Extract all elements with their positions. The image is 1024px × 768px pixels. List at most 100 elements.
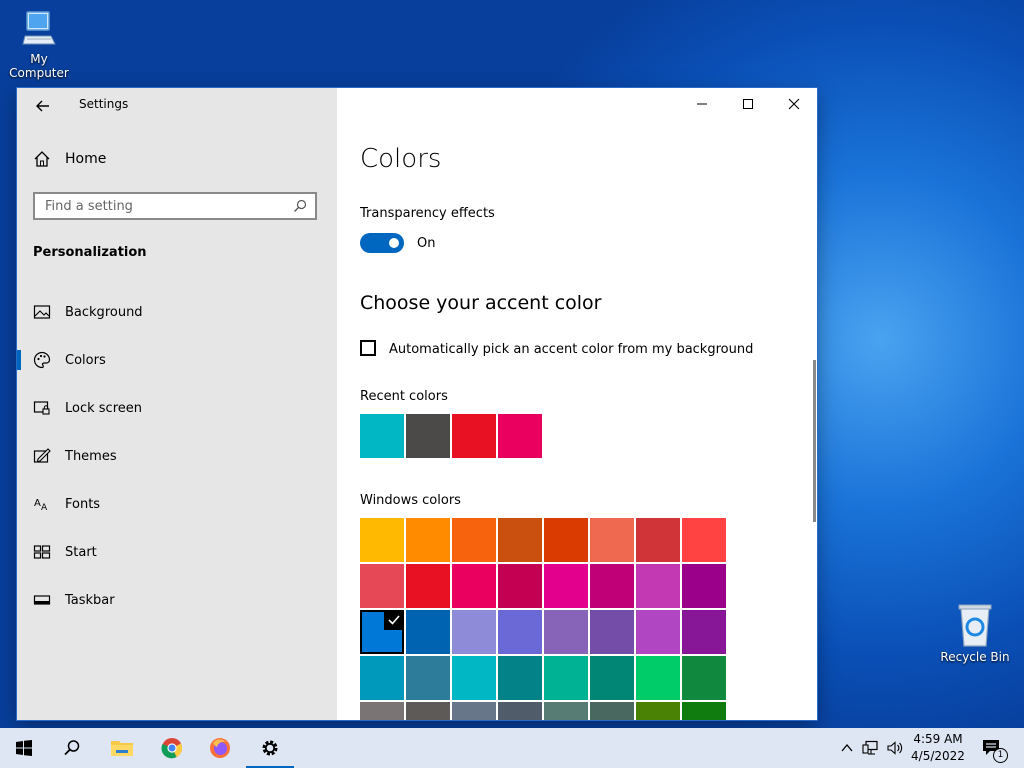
sidebar-item-themes[interactable]: Themes [17, 432, 337, 480]
color-swatch[interactable] [498, 564, 542, 608]
sidebar-item-home[interactable]: Home [33, 150, 106, 168]
desktop-icon-label: My Computer [9, 52, 69, 80]
color-swatch[interactable] [544, 702, 588, 720]
clock-time: 4:59 AM [913, 732, 963, 746]
recent-color-swatch[interactable] [498, 414, 542, 458]
recent-color-swatch[interactable] [360, 414, 404, 458]
sidebar-item-colors[interactable]: Colors [17, 336, 337, 384]
recycle-bin-icon [958, 604, 992, 647]
auto-pick-label: Automatically pick an accent color from … [389, 342, 754, 357]
chrome-icon [161, 738, 183, 759]
search-box[interactable] [33, 192, 317, 220]
color-swatch[interactable] [452, 518, 496, 562]
scrollbar[interactable] [813, 360, 816, 522]
sidebar-item-fonts[interactable]: A A Fonts [17, 480, 337, 528]
color-swatch[interactable] [590, 656, 634, 700]
firefox-button[interactable] [196, 728, 244, 768]
color-swatch[interactable] [360, 656, 404, 700]
color-swatch[interactable] [682, 518, 726, 562]
color-swatch[interactable] [590, 702, 634, 720]
color-swatch[interactable] [406, 610, 450, 654]
settings-taskbar-button[interactable] [246, 728, 294, 768]
color-swatch[interactable] [360, 518, 404, 562]
sidebar-item-label: Fonts [65, 496, 101, 512]
search-input[interactable] [35, 194, 295, 218]
color-swatch[interactable] [590, 564, 634, 608]
chrome-button[interactable] [148, 728, 196, 768]
notification-button[interactable]: 1 [980, 737, 1008, 763]
color-swatch[interactable] [682, 610, 726, 654]
svg-text:A: A [41, 503, 48, 513]
color-swatch[interactable] [682, 656, 726, 700]
color-swatch[interactable] [452, 564, 496, 608]
selected-color-swatch[interactable] [360, 610, 404, 654]
color-swatch[interactable] [406, 564, 450, 608]
close-button[interactable] [771, 88, 817, 120]
color-swatch[interactable] [452, 656, 496, 700]
color-swatch[interactable] [452, 610, 496, 654]
color-swatch[interactable] [544, 610, 588, 654]
color-swatch[interactable] [544, 656, 588, 700]
back-arrow-icon[interactable] [33, 96, 53, 116]
sidebar-item-start[interactable]: Start [17, 528, 337, 576]
color-swatch[interactable] [498, 518, 542, 562]
color-swatch[interactable] [360, 702, 404, 720]
palette-icon [33, 351, 51, 369]
taskbar-icon [33, 595, 51, 605]
sidebar-item-background[interactable]: Background [17, 288, 337, 336]
color-swatch[interactable] [406, 656, 450, 700]
search-icon[interactable] [293, 199, 307, 213]
desktop-icon-my-computer[interactable]: My Computer [0, 10, 78, 80]
clock[interactable]: 4:59 AM 4/5/2022 [905, 731, 971, 765]
desktop-icon-recycle-bin[interactable]: Recycle Bin [938, 602, 1012, 664]
auto-pick-checkbox[interactable] [360, 340, 376, 356]
color-swatch[interactable] [544, 518, 588, 562]
color-swatch[interactable] [682, 702, 726, 720]
network-icon[interactable] [862, 740, 880, 756]
themes-icon [33, 448, 51, 463]
windows-colors-grid [360, 518, 726, 720]
sidebar-nav: Background Colors Lock screen Themes A A… [17, 288, 337, 624]
settings-window: Settings Home Personalization Backg [17, 88, 817, 720]
color-swatch[interactable] [636, 702, 680, 720]
sidebar-item-taskbar[interactable]: Taskbar [17, 576, 337, 624]
section-label: Personalization [33, 245, 147, 260]
sidebar-item-lock-screen[interactable]: Lock screen [17, 384, 337, 432]
sidebar-item-label: Background [65, 304, 143, 320]
color-swatch[interactable] [544, 564, 588, 608]
color-swatch[interactable] [498, 656, 542, 700]
minimize-button[interactable] [679, 88, 725, 120]
close-icon [788, 98, 800, 110]
color-swatch[interactable] [360, 564, 404, 608]
color-swatch[interactable] [452, 702, 496, 720]
content-pane: Colors Transparency effects On Choose yo… [337, 88, 817, 720]
color-swatch[interactable] [636, 518, 680, 562]
recent-colors [360, 414, 542, 458]
color-swatch[interactable] [590, 518, 634, 562]
color-swatch[interactable] [406, 518, 450, 562]
color-swatch[interactable] [590, 610, 634, 654]
sidebar-item-label: Colors [65, 352, 106, 368]
search-button[interactable] [48, 728, 96, 768]
color-swatch[interactable] [636, 564, 680, 608]
recent-color-swatch[interactable] [406, 414, 450, 458]
lock-screen-icon [33, 401, 50, 415]
minimize-icon [697, 103, 707, 105]
color-swatch[interactable] [636, 656, 680, 700]
computer-icon [22, 11, 56, 45]
file-explorer-button[interactable] [98, 728, 146, 768]
transparency-toggle[interactable] [360, 233, 404, 253]
start-button[interactable] [0, 728, 48, 768]
chevron-up-icon[interactable] [840, 742, 854, 754]
sidebar-item-label: Taskbar [65, 592, 115, 608]
sidebar: Settings Home Personalization Backg [17, 88, 337, 720]
color-swatch[interactable] [636, 610, 680, 654]
color-swatch[interactable] [406, 702, 450, 720]
color-swatch[interactable] [498, 610, 542, 654]
color-swatch[interactable] [682, 564, 726, 608]
notification-badge: 1 [993, 748, 1008, 763]
color-swatch[interactable] [498, 702, 542, 720]
recent-color-swatch[interactable] [452, 414, 496, 458]
maximize-button[interactable] [725, 88, 771, 120]
volume-icon[interactable] [886, 740, 904, 756]
